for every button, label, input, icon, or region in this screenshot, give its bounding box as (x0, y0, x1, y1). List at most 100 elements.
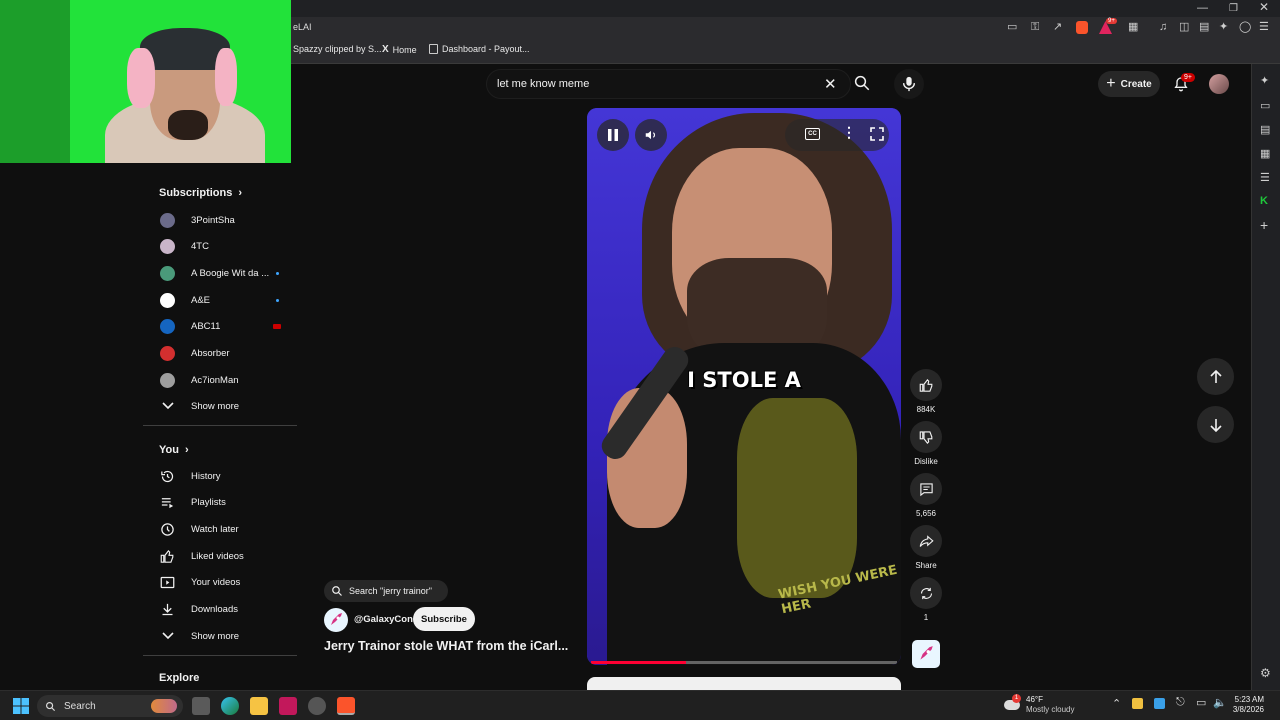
subscriptions-show-more[interactable]: Show more (159, 394, 299, 418)
avatar-image (160, 346, 175, 361)
ai-icon[interactable]: ✦ (1219, 22, 1228, 33)
network-icon[interactable]: ▭ (1196, 696, 1206, 709)
like-button[interactable] (910, 369, 942, 401)
cast-icon[interactable]: ▭ (1007, 22, 1017, 33)
tab-title-fragment[interactable]: eLAI (293, 22, 312, 32)
edge-icon[interactable] (221, 697, 239, 715)
minimize-icon[interactable]: — (1197, 3, 1208, 14)
chevron-up-icon[interactable]: ⌃ (1112, 697, 1121, 710)
share-page-icon[interactable]: ↗ (1053, 22, 1062, 33)
channel-avatar (159, 238, 176, 255)
you-header[interactable]: You › (159, 444, 189, 456)
download-icon (159, 601, 176, 618)
close-window-icon[interactable]: ✕ (1259, 1, 1269, 13)
tray-icon[interactable] (1132, 698, 1143, 709)
show-more-label: Show more (191, 400, 240, 412)
clear-search-icon[interactable]: ✕ (824, 75, 837, 93)
sidebar-toggle-icon[interactable]: ◫ (1179, 22, 1189, 33)
notification-badge: 9+ (1181, 73, 1195, 82)
file-explorer-icon[interactable] (250, 697, 268, 715)
speaker-icon[interactable]: 🔈 (1213, 696, 1227, 709)
ai-chat-icon[interactable]: ✦ (1260, 74, 1269, 87)
key-icon[interactable]: ⚿ (1031, 22, 1039, 33)
voice-search-button[interactable] (894, 69, 924, 99)
reading-list-icon[interactable]: ▦ (1260, 147, 1270, 160)
you-item[interactable]: History (159, 464, 299, 488)
taskbar-search-label: Search (64, 700, 96, 712)
search-input[interactable]: let me know meme (486, 69, 851, 99)
bookmarks-icon[interactable]: ▤ (1260, 123, 1270, 136)
show-more-label: Show more (191, 630, 240, 642)
settings-icon[interactable]: ⚙ (1260, 666, 1271, 680)
search-chip[interactable]: Search "jerry trainor" (324, 580, 448, 602)
subscriptions-header[interactable]: Subscriptions › (159, 187, 242, 199)
music-icon[interactable]: ♫ (1159, 22, 1167, 33)
search-icon[interactable] (853, 74, 871, 92)
next-short-button[interactable] (1197, 406, 1234, 443)
microphone-tray-icon[interactable]: ⎋ (1176, 696, 1185, 709)
subscription-item[interactable]: 4TC (159, 235, 299, 259)
subscription-item[interactable]: A&E (159, 288, 299, 312)
arrow-up-icon (1209, 369, 1222, 383)
subscription-label: Absorber (191, 348, 230, 359)
subscription-item[interactable]: A Boogie Wit da ... (159, 261, 299, 285)
you-item[interactable]: Your videos (159, 571, 299, 595)
dislike-button[interactable] (910, 421, 942, 453)
channel-avatar (159, 212, 176, 229)
subscription-item[interactable]: 3PointSha (159, 208, 299, 232)
app-icon[interactable] (308, 697, 326, 715)
clock-date[interactable]: 3/8/2026 (1230, 705, 1264, 714)
previous-short-button[interactable] (1197, 358, 1234, 395)
bookmark-label: Home (392, 44, 417, 55)
app-icon[interactable] (279, 697, 297, 715)
remix-button[interactable] (910, 577, 942, 609)
you-item[interactable]: Watch later (159, 517, 299, 541)
comments-button[interactable] (910, 473, 942, 505)
rocket-icon (331, 613, 342, 625)
you-show-more[interactable]: Show more (159, 624, 299, 648)
comment-count: 5,656 (915, 509, 937, 518)
dislike-label: Dislike (914, 457, 938, 466)
share-button[interactable] (910, 525, 942, 557)
next-short-preview[interactable] (587, 677, 901, 690)
bookmark-spazzy[interactable]: Spazzy clipped by S... (293, 44, 382, 54)
menu-icon[interactable]: ☰ (1259, 22, 1269, 33)
audio-channel-thumbnail[interactable] (912, 640, 940, 668)
subscription-item[interactable]: Ac7ionMan (159, 368, 299, 392)
add-panel-icon[interactable]: + (1260, 217, 1268, 233)
brave-icon[interactable] (337, 697, 355, 715)
task-view-icon[interactable] (192, 697, 210, 715)
short-title[interactable]: Jerry Trainor stole WHAT from the iCarl.… (324, 639, 568, 653)
chevron-right-icon: › (184, 444, 189, 456)
more-options-icon[interactable]: ⋮ (842, 124, 856, 141)
extensions-icon[interactable]: ▦ (1128, 22, 1138, 33)
you-item[interactable]: Downloads (159, 598, 299, 622)
captions-icon[interactable]: CC (805, 128, 820, 140)
brave-shield-icon[interactable] (1076, 21, 1088, 34)
history-panel-icon[interactable]: ☰ (1260, 171, 1270, 184)
subscribe-button[interactable]: Subscribe (413, 607, 475, 631)
volume-button[interactable] (635, 119, 667, 151)
shorts-player[interactable]: I STOLE A WISH YOU WERE HER CC ⋮ (587, 108, 901, 665)
subscription-item[interactable]: Absorber (159, 342, 299, 366)
bookmark-home[interactable]: X Home (382, 44, 417, 55)
restore-icon[interactable]: ❐ (1229, 3, 1238, 14)
kick-icon[interactable]: K (1260, 195, 1268, 207)
create-button[interactable]: + Create (1098, 71, 1160, 97)
avatar[interactable] (1209, 74, 1229, 94)
channel-name[interactable]: @GalaxyCon (354, 614, 413, 625)
clock-time[interactable]: 5:23 AM (1230, 695, 1264, 704)
you-item[interactable]: Playlists (159, 491, 299, 515)
you-item[interactable]: Liked videos (159, 544, 299, 568)
pause-button[interactable] (597, 119, 629, 151)
subscription-item[interactable]: ABC11 (159, 315, 299, 339)
taskbar-search[interactable]: Search (37, 695, 183, 717)
fullscreen-icon[interactable] (870, 127, 884, 141)
vpn-icon[interactable]: ◯ (1239, 22, 1251, 33)
tabs-icon[interactable]: ▭ (1260, 99, 1270, 112)
bookmark-dashboard[interactable]: Dashboard - Payout... (429, 44, 530, 54)
windows-start-icon[interactable] (13, 698, 29, 714)
channel-avatar[interactable] (324, 608, 348, 632)
tray-icon[interactable] (1154, 698, 1165, 709)
wallet-icon[interactable]: ▤ (1199, 22, 1209, 33)
